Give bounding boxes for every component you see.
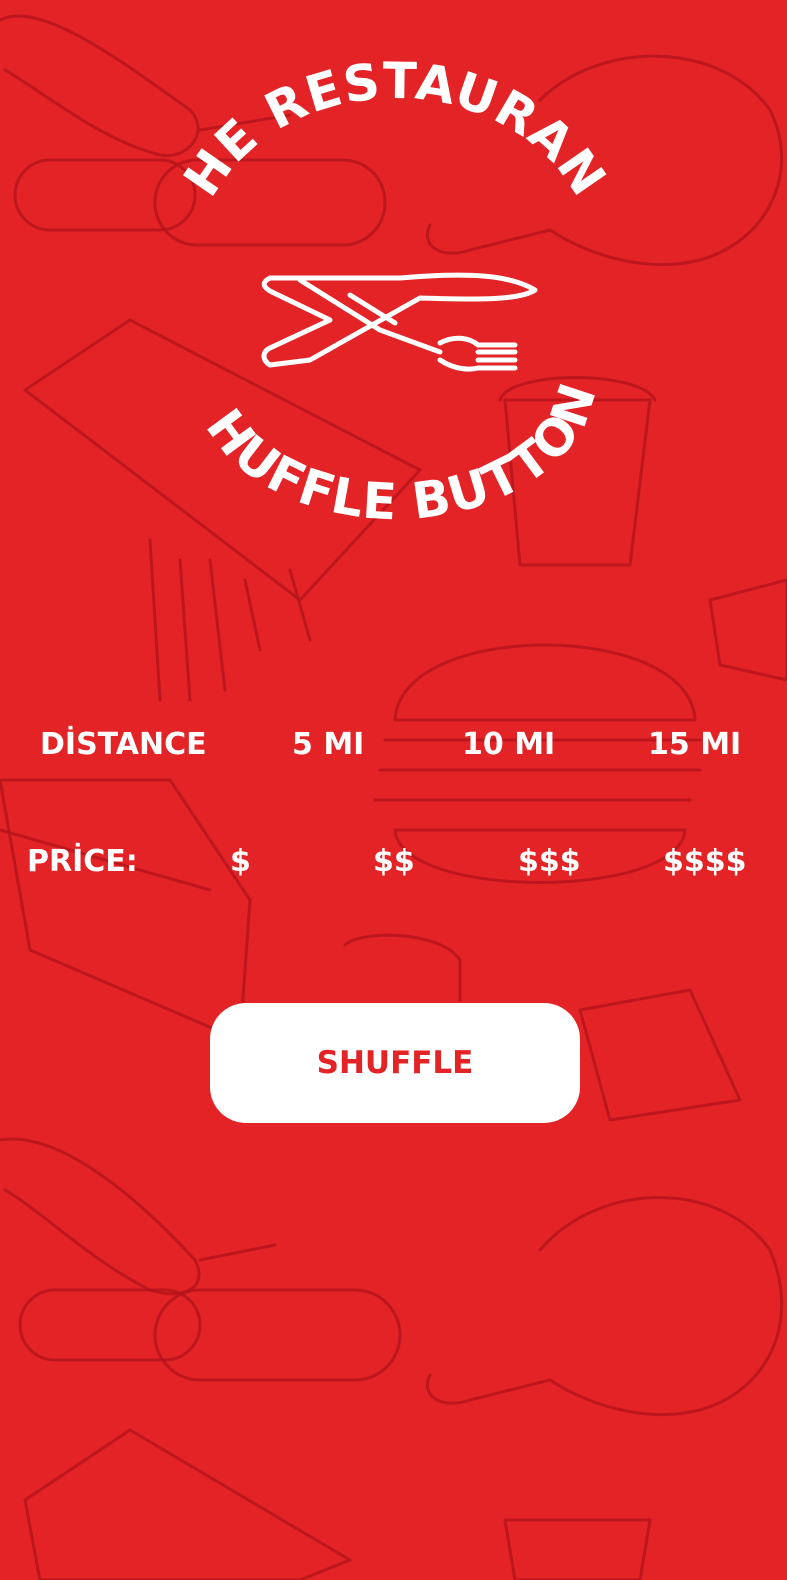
- price-option-4[interactable]: $$$$: [663, 832, 747, 892]
- shuffle-button[interactable]: SHUFFLE: [210, 1003, 580, 1123]
- price-row: PRİCE: $ $$ $$$ $$$$: [0, 832, 787, 892]
- restaurant-shuffle-logo: THE RESTAURANT SHUFFLE BUTTON: [0, 0, 618, 531]
- distance-option-10mi[interactable]: 10 MI: [462, 715, 555, 775]
- distance-label: DİSTANCE: [40, 727, 207, 762]
- distance-option-15mi[interactable]: 15 MI: [648, 715, 741, 775]
- price-option-1[interactable]: $: [230, 832, 251, 892]
- logo-title-top: THE RESTAURANT: [0, 0, 618, 206]
- price-option-2[interactable]: $$: [373, 832, 415, 892]
- price-option-3[interactable]: $$$: [518, 832, 581, 892]
- distance-option-5mi[interactable]: 5 MI: [292, 715, 364, 775]
- price-label: PRİCE:: [27, 844, 138, 879]
- crossed-knife-fork-icon: [261, 272, 538, 372]
- distance-row: DİSTANCE 5 MI 10 MI 15 MI: [0, 715, 787, 775]
